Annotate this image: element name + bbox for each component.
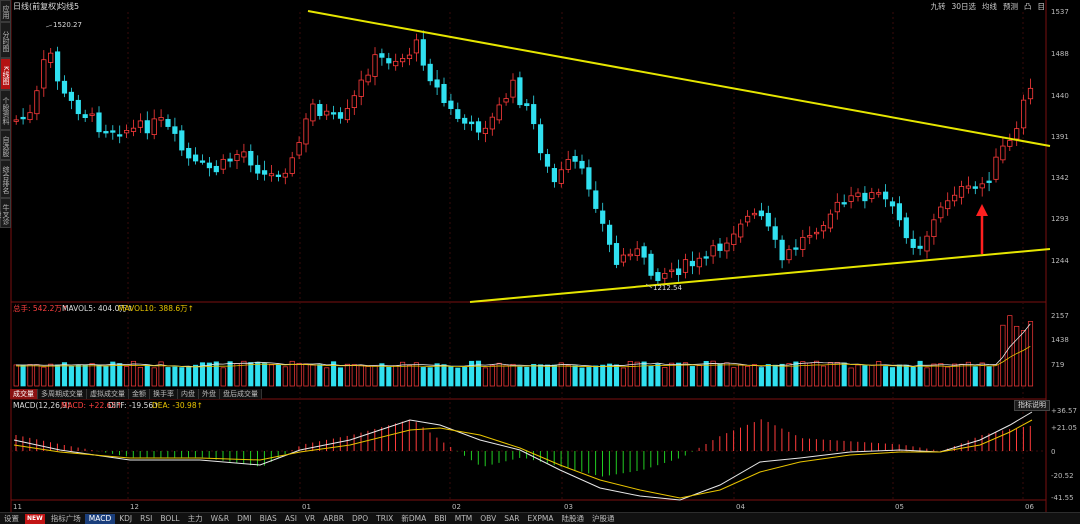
- volume-axis: 2157 1438 719: [1051, 312, 1069, 369]
- volume-tick: 2157: [1051, 312, 1069, 320]
- indicator-tab[interactable]: EXPMA: [523, 514, 557, 524]
- volume-tick: 719: [1051, 361, 1064, 369]
- volume-ma5-line: [15, 323, 1031, 368]
- tool-predict[interactable]: 预测: [1000, 1, 1021, 12]
- indicator-tab[interactable]: 设置: [0, 514, 23, 524]
- stock-chart[interactable]: 日线(前复权) 均线5 1520.27 1212.54 1537 1488 14…: [0, 0, 1080, 523]
- left-tab-ranking[interactable]: 综合排名: [0, 160, 11, 198]
- indicator-tab[interactable]: SAR: [500, 514, 523, 524]
- indicator-tab[interactable]: 指标广场: [47, 514, 85, 524]
- date-tick: 12: [130, 503, 139, 511]
- vol-tab-after[interactable]: 盘后成交量: [220, 389, 262, 399]
- indicator-tab[interactable]: KDJ: [115, 514, 136, 524]
- high-pointer: [45, 24, 53, 28]
- macd-tick: -41.55: [1051, 494, 1074, 502]
- vol-tab-virtual[interactable]: 虚拟成交量: [87, 389, 129, 399]
- vol-tab-outer[interactable]: 外盘: [199, 389, 220, 399]
- date-tick: 05: [895, 503, 904, 511]
- left-tab-profile[interactable]: 个股资料: [0, 90, 11, 130]
- price-tick: 1537: [1051, 8, 1069, 16]
- indicator-tab[interactable]: NEW: [25, 513, 45, 524]
- macd-axis: +36.57 +21.05 0 -20.52 -41.55: [1051, 407, 1077, 502]
- candlestick-series: [13, 30, 1034, 285]
- lower-trendline: [469, 248, 1051, 303]
- volume-ma10: MAVOL10: 388.6万↑: [118, 304, 194, 313]
- price-tick: 1293: [1051, 215, 1069, 223]
- vol-tab-turnover[interactable]: 换手率: [150, 389, 178, 399]
- macd-tick: -20.52: [1051, 472, 1074, 480]
- chart-frame: [10, 0, 1047, 512]
- volume-tabs: 成交量 多周期成交量 虚拟成交量 金额 换手率 内盘 外盘 盘后成交量: [10, 389, 262, 399]
- upper-trendline: [307, 10, 1051, 147]
- indicator-tab[interactable]: DPO: [348, 514, 372, 524]
- macd-dea: DEA: -30.98↑: [152, 401, 203, 410]
- left-tab-apps[interactable]: 应用: [0, 0, 11, 22]
- bag-icon[interactable]: 凸: [1021, 1, 1035, 12]
- macd-dea-line: [13, 419, 1033, 499]
- left-tab-diagnosis[interactable]: 牛叉诊股: [0, 198, 11, 228]
- indicator-tab[interactable]: RSI: [136, 514, 156, 524]
- ma-indicator-label: 均线5: [58, 1, 79, 11]
- chart-title: 日线(前复权): [13, 1, 59, 11]
- indicator-tab[interactable]: 陆股通: [557, 514, 588, 524]
- left-tab-intraday[interactable]: 分时图: [0, 22, 11, 58]
- date-axis: 11 12 01 02 03 04 05 06: [13, 503, 1034, 511]
- indicator-tab[interactable]: MTM: [451, 514, 477, 524]
- red-arrow-icon: [976, 204, 988, 254]
- indicator-tab[interactable]: MACD: [84, 513, 116, 524]
- macd-diff-line: [13, 411, 1033, 501]
- indicator-tab[interactable]: OBV: [476, 514, 500, 524]
- vol-tab-volume[interactable]: 成交量: [10, 389, 38, 399]
- price-tick: 1488: [1051, 50, 1069, 58]
- left-toolbar: 应用 分时图 K线图 个股资料 自选股 综合排名 牛叉诊股: [0, 0, 11, 230]
- price-axis: 1537 1488 1440 1391 1342 1293 1244: [1051, 8, 1069, 265]
- price-tick: 1244: [1051, 257, 1069, 265]
- macd-tick: +21.05: [1051, 424, 1077, 432]
- indicator-explain-button[interactable]: 指标说明: [1014, 400, 1050, 411]
- grid-icon[interactable]: 目: [1035, 1, 1049, 12]
- tool-nine-turn[interactable]: 九转: [927, 1, 948, 12]
- top-right-tools: 九转 30日选 均线 预测 凸 目: [927, 1, 1048, 12]
- indicator-tab[interactable]: W&R: [207, 514, 233, 524]
- month-grid: [127, 12, 1024, 500]
- indicator-tab[interactable]: 沪股通: [588, 514, 619, 524]
- macd-histogram: [15, 419, 1031, 477]
- indicator-tab[interactable]: 主力: [184, 514, 207, 524]
- indicator-tab[interactable]: 新DMA: [397, 514, 430, 524]
- date-tick: 04: [736, 503, 745, 511]
- price-tick: 1342: [1051, 174, 1069, 182]
- macd-tick: +36.57: [1051, 407, 1077, 415]
- vol-tab-amount[interactable]: 金额: [129, 389, 150, 399]
- indicator-tab[interactable]: BBI: [430, 514, 451, 524]
- indicator-tab[interactable]: BIAS: [256, 514, 281, 524]
- price-tick: 1391: [1051, 133, 1069, 141]
- vol-tab-inner[interactable]: 内盘: [178, 389, 199, 399]
- volume-value: 总手: 542.2万↑: [13, 303, 68, 313]
- indicator-tab[interactable]: VR: [301, 514, 319, 524]
- indicator-tab[interactable]: BOLL: [156, 514, 183, 524]
- date-tick: 02: [452, 503, 461, 511]
- volume-tick: 1438: [1051, 336, 1069, 344]
- indicator-tab[interactable]: DMI: [233, 514, 255, 524]
- date-tick: 11: [13, 503, 22, 511]
- high-price-label: 1520.27: [53, 21, 82, 29]
- macd-tick: 0: [1051, 448, 1055, 456]
- indicator-tab[interactable]: ASI: [281, 514, 301, 524]
- price-tick: 1440: [1051, 92, 1069, 100]
- vol-tab-multi[interactable]: 多周期成交量: [38, 389, 87, 399]
- indicator-tab[interactable]: ARBR: [319, 514, 348, 524]
- indicator-tab[interactable]: TRIX: [372, 514, 397, 524]
- date-tick: 03: [564, 503, 573, 511]
- low-price-label: 1212.54: [653, 284, 682, 292]
- date-tick: 01: [302, 503, 311, 511]
- left-tab-watchlist[interactable]: 自选股: [0, 130, 11, 160]
- left-tab-kline[interactable]: K线图: [0, 58, 11, 90]
- date-tick: 06: [1025, 503, 1034, 511]
- volume-bars: [13, 315, 1034, 387]
- tool-ma[interactable]: 均线: [979, 1, 1000, 12]
- indicator-bar: 设置 NEW 指标广场 MACD KDJ RSI BOLL 主力 W&R DMI BIAS ASI VR…: [0, 512, 1080, 524]
- tool-30day[interactable]: 30日选: [948, 1, 979, 12]
